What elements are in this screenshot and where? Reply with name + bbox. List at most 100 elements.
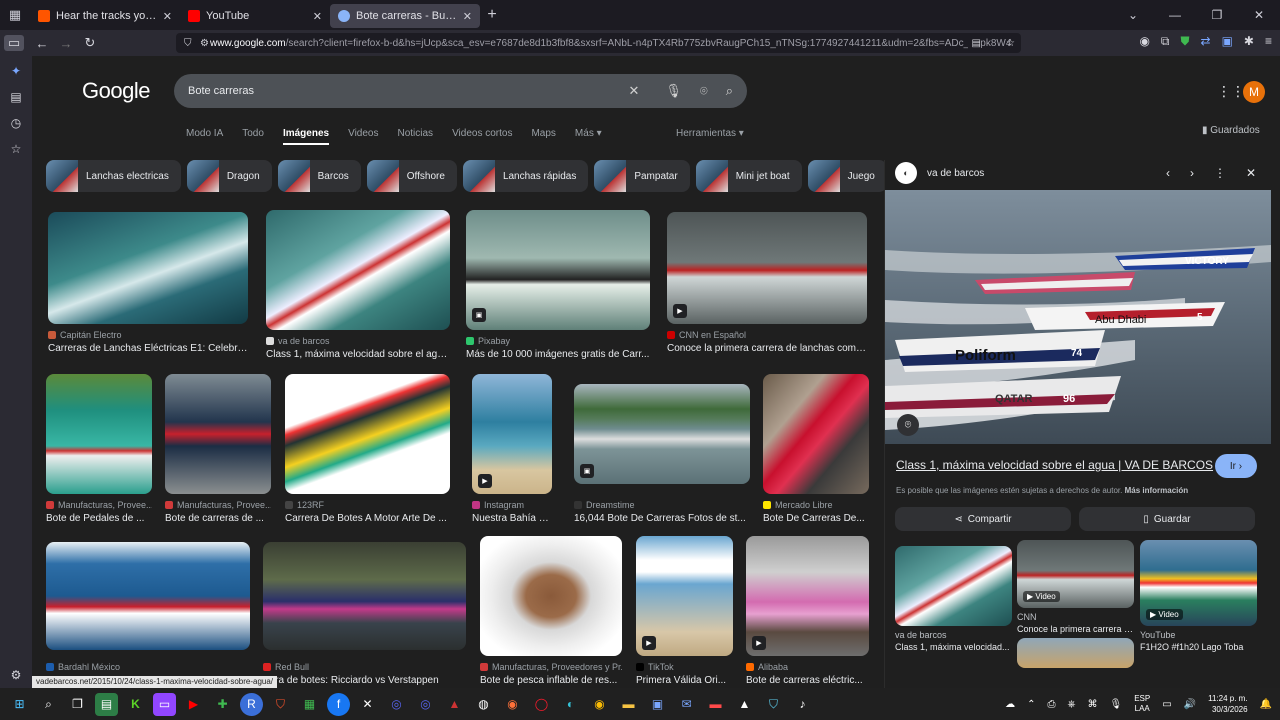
browser-tab-soundcloud[interactable]: Hear the tracks you've liked: on ✕ xyxy=(30,4,180,28)
image-result[interactable]: va de barcos Class 1, máxima velocidad s… xyxy=(266,210,450,360)
image-result[interactable]: ▣ Dreamstime 16,044 Bote De Carreras Fot… xyxy=(574,384,750,524)
chip[interactable]: Dragon xyxy=(186,160,272,192)
game-icon[interactable]: ✚ xyxy=(211,693,234,716)
saved-button[interactable]: ▮ Guardados xyxy=(1202,125,1260,136)
result-image[interactable] xyxy=(263,542,466,650)
preview-image[interactable]: VICTORY Poliform Abu Dhabi QATAR 96 74 5… xyxy=(885,190,1271,444)
chip[interactable]: Lanchas rápidas xyxy=(462,160,589,192)
result-image[interactable] xyxy=(46,374,152,494)
youtube-icon[interactable]: ▶ xyxy=(182,693,205,716)
result-title[interactable]: Bote de carreras de ... xyxy=(165,513,271,524)
result-title[interactable]: 16,044 Bote De Carreras Fotos de st... xyxy=(574,513,750,524)
sidebar-toggle-icon[interactable]: ▭ xyxy=(4,35,24,51)
related-title[interactable]: F1H2O #f1h20 Lago Toba xyxy=(1140,642,1257,652)
preview-title-link[interactable]: Class 1, máxima velocidad sobre el agua … xyxy=(896,458,1213,472)
result-image[interactable] xyxy=(165,374,271,494)
controller-icon[interactable]: ⎈ xyxy=(1067,699,1075,710)
result-title[interactable]: Bote de Pedales de ... xyxy=(46,513,152,524)
tray-icon[interactable]: ⌘ xyxy=(1087,699,1097,710)
preview-source[interactable]: ◐ va de barcos xyxy=(895,162,984,184)
search-box[interactable]: Bote carreras ✕ 🎙 ⌾ ⌕ xyxy=(174,74,747,108)
k-app-icon[interactable]: K xyxy=(124,693,147,716)
result-title[interactable]: Bote de carreras eléctric... xyxy=(746,675,869,686)
related-thumbnail[interactable] xyxy=(1017,638,1134,668)
image-result[interactable]: ▶ Instagram Nuestra Bahía de ... xyxy=(472,374,552,524)
weather-icon[interactable]: ☁ xyxy=(1005,699,1015,710)
avatar[interactable]: M xyxy=(1243,81,1265,103)
folder-icon[interactable]: ▬ xyxy=(617,693,640,716)
image-result[interactable]: Mercado Libre Bote De Carreras De... xyxy=(763,374,869,524)
google-logo[interactable]: Google xyxy=(82,78,150,104)
bookmark-star-icon[interactable]: ☆ xyxy=(1006,38,1015,49)
chrome-icon[interactable]: ◉ xyxy=(588,693,611,716)
synced-tabs-icon[interactable]: ▤ xyxy=(10,90,21,104)
related-title[interactable]: Class 1, máxima velocidad... xyxy=(895,642,1012,652)
result-image[interactable] xyxy=(574,384,750,484)
image-result[interactable]: ▶ CNN en Español Conoce la primera carre… xyxy=(667,212,867,354)
edge-icon[interactable]: ◐ xyxy=(559,693,582,716)
chip[interactable]: Barcos xyxy=(277,160,361,192)
result-title[interactable]: Bote de pesca inflable de res... xyxy=(480,675,622,686)
discord-alt-icon[interactable]: ◎ xyxy=(414,693,437,716)
image-result[interactable]: Red Bull rrera de botes: Ricciardo vs Ve… xyxy=(263,542,466,686)
image-result[interactable]: Bardahl México xyxy=(46,542,250,675)
ai-chat-icon[interactable]: ✦ xyxy=(11,64,21,78)
news-icon[interactable]: ▬ xyxy=(704,693,727,716)
notifications-icon[interactable]: 🔔 xyxy=(1260,699,1272,710)
twitch-icon[interactable]: ▭ xyxy=(153,692,176,716)
image-result[interactable]: ▣ Pixabay Más de 10 000 imágenes gratis … xyxy=(466,210,650,360)
opera-icon[interactable]: ◯ xyxy=(530,693,553,716)
network-icon[interactable]: ▭ xyxy=(1162,699,1171,710)
chip[interactable]: Mini jet boat xyxy=(695,160,802,192)
brave-icon[interactable]: ⛉ xyxy=(269,693,292,716)
tray-app-icon[interactable]: ⎙ xyxy=(1047,699,1055,710)
result-image[interactable] xyxy=(466,210,650,330)
chip[interactable]: Offshore xyxy=(366,160,457,192)
result-title[interactable]: Carrera De Botes A Motor Arte De ... xyxy=(285,513,450,524)
back-icon[interactable]: ← xyxy=(30,36,54,51)
chip[interactable]: Pampatar xyxy=(594,160,690,192)
camera-icon[interactable]: ◍ xyxy=(472,693,495,716)
image-result[interactable]: ▶ TikTok Primera Válida Ori... xyxy=(636,536,733,686)
translate-icon[interactable]: ⇄ xyxy=(1201,34,1211,49)
related-image[interactable]: va de barcos Class 1, máxima velocidad..… xyxy=(895,546,1012,652)
facebook-icon[interactable]: f xyxy=(327,692,350,716)
image-result[interactable]: ▶ Alibaba Bote de carreras eléctric... xyxy=(746,536,869,686)
language-indicator[interactable]: ESP LAA xyxy=(1134,694,1150,714)
list-all-tabs-icon[interactable]: ⌄ xyxy=(1112,8,1154,22)
tab-list-icon[interactable]: ▦ xyxy=(0,0,30,30)
related-title[interactable]: Conoce la primera carrera d... xyxy=(1017,624,1134,634)
app-alert-icon[interactable]: ▲ xyxy=(733,693,756,716)
restore-icon[interactable]: ❐ xyxy=(1196,8,1238,22)
reload-icon[interactable]: ↻ xyxy=(78,35,102,51)
image-result[interactable]: 123RF Carrera De Botes A Motor Arte De .… xyxy=(285,374,450,524)
result-image[interactable] xyxy=(480,536,622,656)
tab-imagenes[interactable]: Imágenes xyxy=(282,128,330,145)
grid-app-icon[interactable]: ▦ xyxy=(298,693,321,716)
related-image[interactable]: ▶ Video YouTube F1H2O #f1h20 Lago Toba xyxy=(1140,540,1257,652)
close-icon[interactable]: ✕ xyxy=(1246,166,1256,180)
bookmarks-icon[interactable]: ☆ xyxy=(11,142,22,156)
result-image[interactable] xyxy=(763,374,869,494)
close-tab-icon[interactable]: ✕ xyxy=(313,10,322,23)
result-image[interactable] xyxy=(266,210,450,330)
file-manager-icon[interactable]: ▤ xyxy=(95,692,118,716)
tools-icon[interactable]: ✱ xyxy=(1244,34,1254,49)
search-icon[interactable]: ⌕ xyxy=(37,693,60,716)
image-result[interactable]: Capitán Electro Carreras de Lanchas Eléc… xyxy=(48,212,248,354)
result-title[interactable]: Bote De Carreras De... xyxy=(763,513,869,524)
tab-maps[interactable]: Maps xyxy=(531,128,555,145)
result-image[interactable] xyxy=(667,212,867,324)
related-image[interactable]: ▶ Video CNN Conoce la primera carrera d.… xyxy=(1017,540,1134,668)
result-title[interactable]: Más de 10 000 imágenes gratis de Carr... xyxy=(466,349,650,360)
browser-tab-google[interactable]: Bote carreras - Buscar con Goo ✕ xyxy=(330,4,480,28)
related-thumbnail[interactable]: ▶ Video xyxy=(1017,540,1134,608)
result-image[interactable] xyxy=(285,374,450,494)
more-options-icon[interactable]: ⋮ xyxy=(1214,166,1226,180)
lens-search-icon[interactable]: ⌾ xyxy=(897,414,919,436)
search-input[interactable]: Bote carreras xyxy=(188,85,610,97)
volume-icon[interactable]: 🔊 xyxy=(1184,699,1196,710)
close-tab-icon[interactable]: ✕ xyxy=(463,10,472,23)
store-icon[interactable]: ▣ xyxy=(646,693,669,716)
discord-icon[interactable]: ◎ xyxy=(385,693,408,716)
